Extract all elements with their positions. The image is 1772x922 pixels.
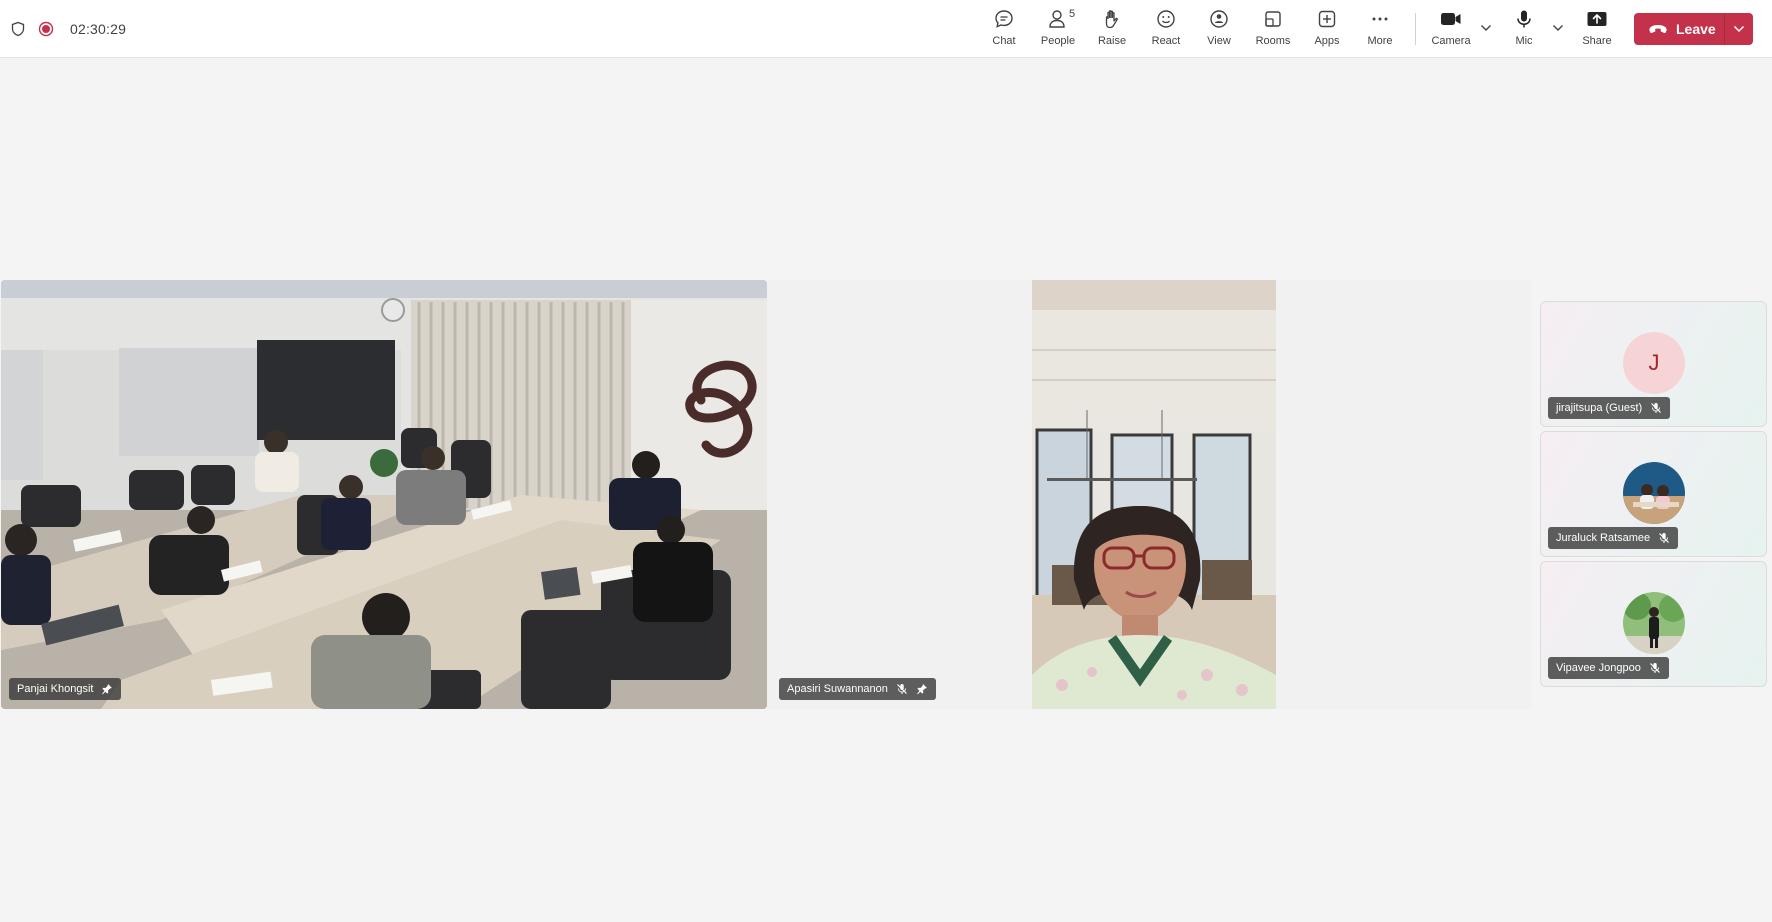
chevron-down-icon (1733, 25, 1745, 33)
rail-tile-juraluck[interactable]: Juraluck Ratsamee (1540, 431, 1767, 557)
meeting-timer: 02:30:29 (70, 21, 127, 37)
pin-icon (102, 684, 113, 695)
camera-options-chevron[interactable] (1476, 18, 1496, 38)
share-button[interactable]: Share (1569, 6, 1625, 52)
chat-icon (993, 6, 1015, 32)
mic-off-icon (896, 684, 907, 694)
participant-name-tag: Vipavee Jongpoo (1548, 657, 1669, 679)
chevron-down-icon (1481, 25, 1491, 31)
mic-label: Mic (1515, 35, 1533, 47)
rooms-icon (1262, 6, 1284, 32)
camera-label: Camera (1431, 35, 1471, 47)
rooms-label: Rooms (1255, 35, 1291, 47)
raise-hand-button[interactable]: Raise (1084, 6, 1140, 52)
view-button[interactable]: View (1191, 6, 1247, 52)
participant-video (1032, 280, 1276, 709)
participant-name: Apasiri Suwannanon (787, 683, 888, 695)
mic-off-icon (1659, 533, 1670, 543)
meeting-toolbar: 02:30:29 Chat 5 People Raise React View (0, 0, 1772, 58)
participant-name-tag: Apasiri Suwannanon (779, 678, 936, 700)
mic-off-icon (1649, 663, 1660, 673)
mic-button[interactable]: Mic (1496, 6, 1552, 52)
toolbar-divider (1415, 13, 1416, 45)
participant-name: Juraluck Ratsamee (1556, 532, 1651, 544)
record-icon[interactable] (38, 21, 54, 37)
more-label: More (1367, 35, 1393, 47)
hand-icon (1101, 6, 1123, 32)
phone-icon (1649, 25, 1667, 34)
mic-off-icon (1651, 403, 1662, 413)
video-tile-panjai[interactable]: Panjai Khongsit (1, 280, 767, 709)
view-label: View (1207, 35, 1231, 47)
view-icon (1208, 6, 1230, 32)
participant-name-tag: jirajitsupa (Guest) (1548, 397, 1671, 419)
rail-tile-vipavee[interactable]: Vipavee Jongpoo (1540, 561, 1767, 687)
participant-name: Panjai Khongsit (17, 683, 94, 695)
avatar-initial: J (1648, 350, 1660, 375)
meeting-room-video (1, 280, 767, 709)
chat-button[interactable]: Chat (976, 6, 1032, 52)
participant-name: Vipavee Jongpoo (1556, 662, 1641, 674)
avatar (1623, 462, 1685, 524)
mic-icon (1513, 6, 1535, 32)
rooms-button[interactable]: Rooms (1245, 6, 1301, 52)
participant-name-tag: Panjai Khongsit (9, 678, 122, 700)
pin-icon (916, 684, 927, 695)
camera-icon (1439, 6, 1463, 32)
meeting-status: 02:30:29 (10, 17, 126, 41)
participant-name-tag: Juraluck Ratsamee (1548, 527, 1679, 549)
more-button[interactable]: More (1352, 6, 1408, 52)
shield-icon[interactable] (10, 21, 26, 37)
chat-label: Chat (992, 35, 1016, 47)
chevron-down-icon (1553, 25, 1563, 31)
raise-label: Raise (1097, 35, 1127, 47)
more-icon (1369, 6, 1391, 32)
apps-icon (1316, 6, 1338, 32)
rail-tile-jirajitsupa[interactable]: J jirajitsupa (Guest) (1540, 301, 1767, 427)
participant-name: jirajitsupa (Guest) (1556, 402, 1643, 414)
video-tile-apasiri[interactable] (1032, 280, 1276, 709)
react-button[interactable]: React (1138, 6, 1194, 52)
share-label: Share (1582, 35, 1612, 47)
people-label: People (1040, 35, 1076, 47)
apps-label: Apps (1314, 35, 1340, 47)
apps-button[interactable]: Apps (1299, 6, 1355, 52)
avatar (1623, 592, 1685, 654)
people-icon: 5 (1047, 6, 1075, 32)
react-label: React (1151, 35, 1181, 47)
people-button[interactable]: 5 People (1030, 6, 1086, 52)
smile-icon (1155, 6, 1177, 32)
leave-label: Leave (1676, 21, 1716, 37)
leave-button[interactable]: Leave (1634, 13, 1753, 45)
avatar: J (1623, 332, 1685, 394)
leave-main[interactable]: Leave (1634, 13, 1724, 45)
mic-options-chevron[interactable] (1548, 18, 1568, 38)
people-count: 5 (1069, 8, 1076, 20)
share-icon (1585, 6, 1609, 32)
camera-button[interactable]: Camera (1423, 6, 1479, 52)
leave-options-chevron[interactable] (1725, 13, 1753, 45)
